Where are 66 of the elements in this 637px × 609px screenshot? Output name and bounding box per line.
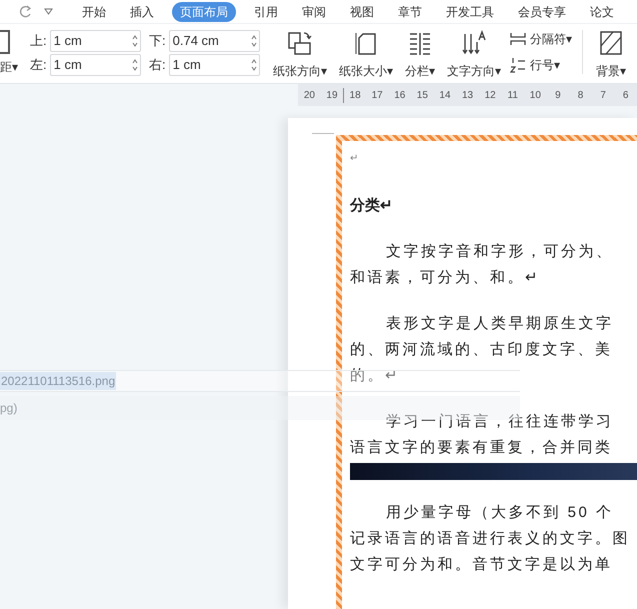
- text-line: 用少量字母（大多不到 50 个: [385, 503, 615, 523]
- ribbon-tab[interactable]: 审阅: [290, 2, 338, 22]
- ribbon-button[interactable]: 背景▾: [593, 30, 629, 80]
- text-line: 表形文字是人类早期原生文字: [385, 314, 614, 334]
- ruler-number: 13: [460, 88, 474, 102]
- margins-icon[interactable]: [0, 30, 10, 54]
- margin-label: 上:: [30, 32, 47, 50]
- text-line: 的。↵: [350, 366, 402, 386]
- ribbon-button[interactable]: 文字方向▾: [444, 30, 504, 80]
- ribbon-button[interactable]: 纸张大小▾: [336, 30, 396, 80]
- background-icon: [598, 30, 624, 56]
- line-numbers-icon: [510, 57, 526, 73]
- redo-icon[interactable]: [18, 4, 32, 18]
- ruler-number: 20: [302, 88, 316, 102]
- ribbon-tab[interactable]: 插入: [118, 2, 166, 22]
- text-line: 文字按字音和字形，可分为、: [385, 242, 614, 262]
- ruler-number: 8: [576, 88, 584, 102]
- spin-arrows-icon[interactable]: [132, 34, 138, 48]
- ruler-number: 18: [343, 88, 366, 102]
- ruler-number: 14: [438, 88, 452, 102]
- heading-text: 分类↵: [350, 196, 394, 216]
- ribbon-button[interactable]: 纸张方向▾: [270, 30, 330, 80]
- spin-arrows-icon[interactable]: [251, 34, 257, 48]
- ruler-number: 6: [622, 88, 630, 102]
- spin-arrows-icon[interactable]: [251, 58, 257, 72]
- margin-label: 右:: [149, 56, 166, 74]
- spin-arrows-icon[interactable]: [132, 58, 138, 72]
- margin-label: 左:: [30, 56, 47, 74]
- dropdown-icon[interactable]: [44, 8, 53, 15]
- text-direction-icon: [461, 30, 487, 56]
- ruler-number: 9: [554, 88, 562, 102]
- ribbon-tab[interactable]: 章节: [386, 2, 434, 22]
- margin-spin-field[interactable]: 1 cm: [168, 54, 260, 76]
- margin-spin-field[interactable]: 1 cm: [50, 54, 141, 76]
- ribbon-button[interactable]: 行号▾: [510, 56, 572, 74]
- ribbon-tab[interactable]: 会员专享: [506, 2, 578, 22]
- ribbon-tab[interactable]: 视图: [338, 2, 386, 22]
- ruler-number: 7: [599, 88, 607, 102]
- margin-label: 下:: [149, 32, 166, 50]
- page-orientation-icon: [287, 30, 313, 56]
- text-line: 记录语言的语音进行表义的文字。图: [350, 529, 631, 549]
- ribbon-tab[interactable]: 论文: [578, 2, 626, 22]
- margin-spin-field[interactable]: 1 cm: [50, 30, 141, 52]
- ruler-number: 11: [506, 88, 519, 102]
- text-line: 学习一门语言，往往连带学习: [385, 412, 614, 432]
- ruler-number: 16: [393, 88, 406, 102]
- text-line: 和语素，可分为、和。↵: [350, 268, 542, 288]
- break-icon: [510, 32, 526, 46]
- paragraph-mark: ↵: [350, 152, 359, 166]
- columns-icon: [407, 30, 433, 56]
- ribbon-tab[interactable]: 开发工具: [434, 2, 506, 22]
- ribbon-button[interactable]: 分栏▾: [402, 30, 438, 80]
- ruler-number: 10: [528, 88, 542, 102]
- ribbon-tab[interactable]: 引用: [242, 2, 290, 22]
- ribbon-tab[interactable]: 开始: [70, 2, 118, 22]
- page-size-icon: [353, 30, 379, 56]
- ruler-number: 17: [370, 88, 384, 102]
- text-line: 文字可分为和。音节文字是以为单: [350, 555, 614, 575]
- text-line: 语言文字的要素有重复，合并同类: [350, 438, 614, 458]
- ruler-number: 15: [416, 88, 429, 102]
- ribbon-button[interactable]: 分隔符▾: [510, 30, 572, 48]
- ruler-number: 12: [484, 88, 497, 102]
- ruler-number: 19: [325, 88, 339, 102]
- text-line: 的、两河流域的、古印度文字、美: [350, 340, 614, 360]
- margins-label[interactable]: 距▾: [0, 58, 18, 76]
- margin-spin-field[interactable]: 0.74 cm: [168, 30, 260, 52]
